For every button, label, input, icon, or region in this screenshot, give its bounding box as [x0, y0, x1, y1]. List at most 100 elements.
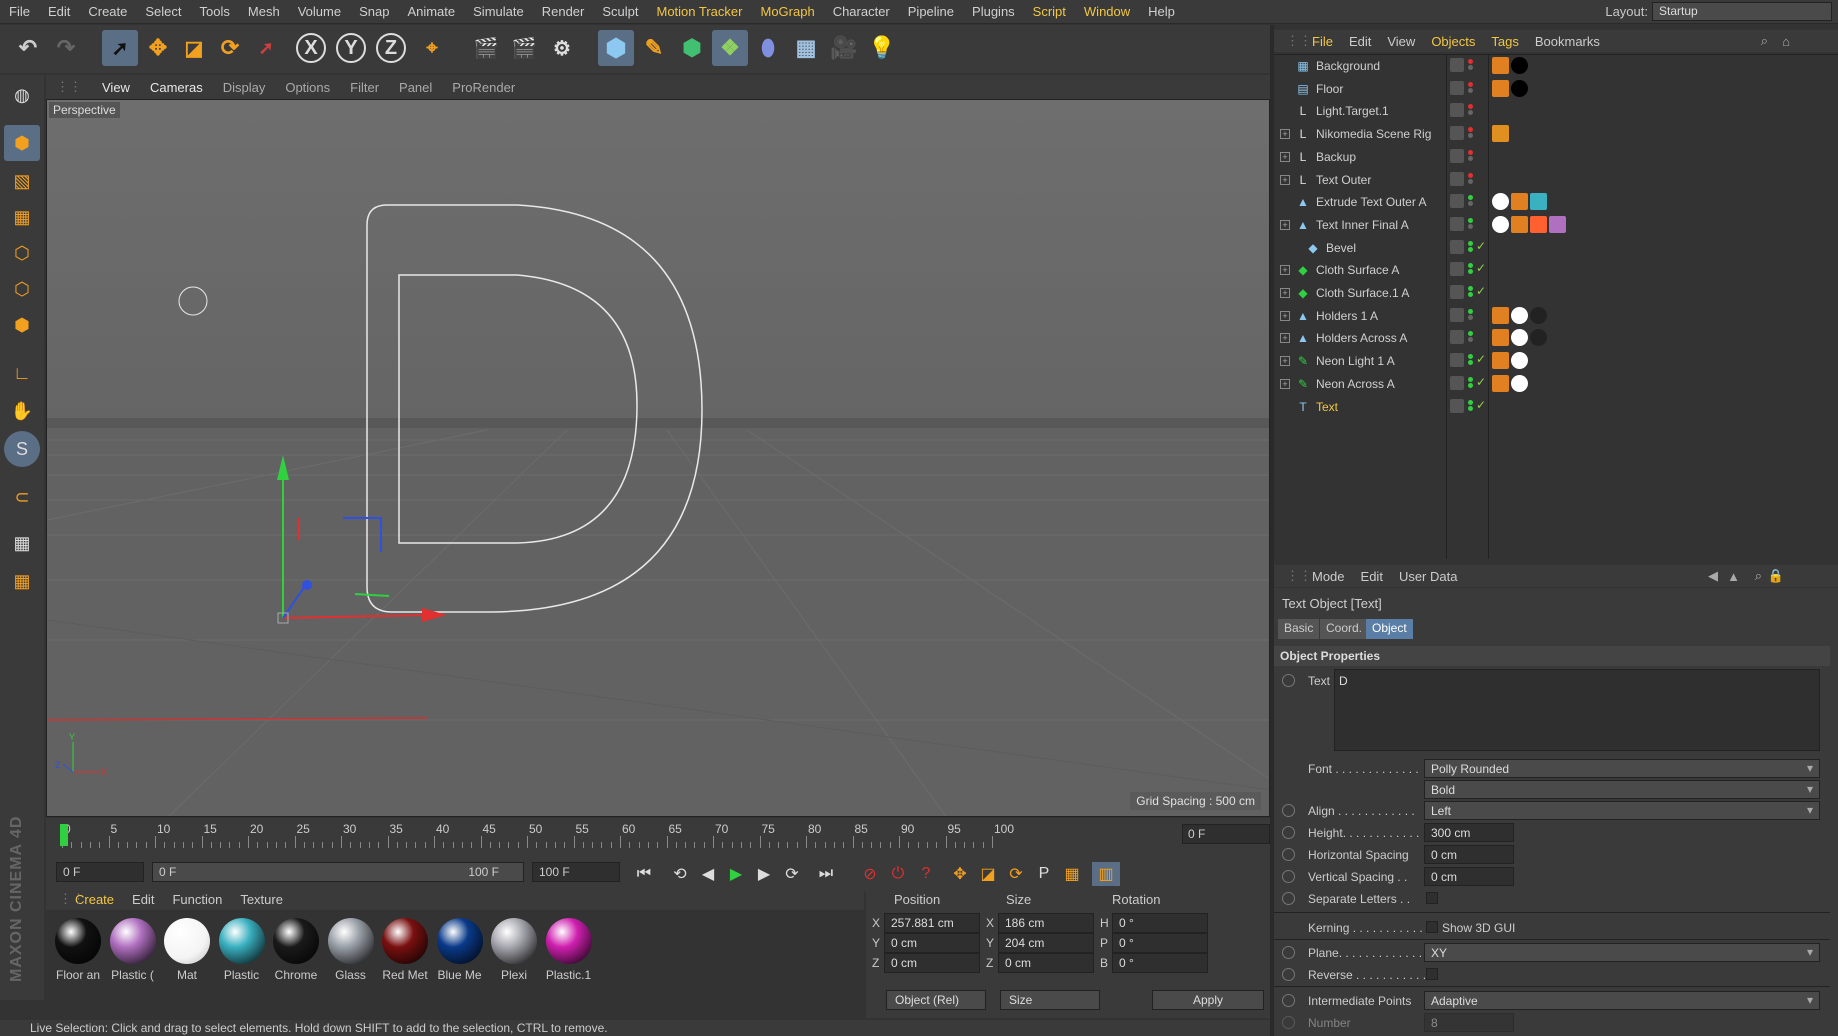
animate-radio[interactable]	[1282, 848, 1295, 861]
render-visibility-dot[interactable]	[1468, 178, 1473, 184]
texture-mode-icon[interactable]: ▧	[4, 163, 40, 199]
visibility-dots[interactable]	[1468, 194, 1476, 210]
home-icon[interactable]: ⌂	[1782, 34, 1790, 49]
size-field[interactable]: 204 cm	[998, 933, 1094, 953]
object-row[interactable]: L Light.Target.1	[1274, 100, 1838, 122]
object-row[interactable]: + L Text Outer	[1274, 169, 1838, 191]
menu-script[interactable]: Script	[1024, 4, 1075, 19]
start-frame-field[interactable]: 0 F	[56, 862, 144, 882]
key-rotation-icon[interactable]: ⟳	[1002, 862, 1030, 886]
recent-tool-icon[interactable]: ➚	[248, 30, 284, 66]
render-visibility-dot[interactable]	[1468, 314, 1473, 320]
object-tag-icon[interactable]	[1530, 193, 1547, 211]
render-visibility-dot[interactable]	[1468, 201, 1473, 207]
object-menu-edit[interactable]: Edit	[1341, 34, 1379, 49]
tab-coord[interactable]: Coord.	[1320, 619, 1369, 639]
rotation-field[interactable]: 0 °	[1112, 913, 1208, 933]
editor-visibility-dot[interactable]	[1468, 149, 1473, 155]
layer-swatch[interactable]	[1450, 216, 1464, 231]
animate-radio[interactable]	[1282, 968, 1295, 981]
redo-icon[interactable]: ↷	[48, 30, 84, 66]
viewport-menu-panel[interactable]: Panel	[389, 80, 442, 95]
object-tag-icon[interactable]	[1511, 329, 1528, 347]
layer-swatch[interactable]	[1450, 148, 1464, 163]
show-3d-gui-checkbox[interactable]	[1426, 921, 1438, 933]
object-tag-icon[interactable]	[1492, 215, 1509, 233]
viewport-menu-filter[interactable]: Filter	[340, 80, 389, 95]
viewport-menu-view[interactable]: View	[92, 80, 140, 95]
prev-key-icon[interactable]: ⟲	[666, 862, 694, 886]
render-visibility-dot[interactable]	[1468, 223, 1473, 229]
apply-button[interactable]: Apply	[1152, 990, 1264, 1010]
size-field[interactable]: 186 cm	[998, 913, 1094, 933]
object-row[interactable]: + L Backup	[1274, 146, 1838, 168]
record-icon[interactable]: ⊘	[856, 862, 884, 886]
rotate-icon[interactable]: ⟳	[212, 30, 248, 66]
layer-swatch[interactable]	[1450, 58, 1464, 72]
enabled-check-icon[interactable]: ✓	[1476, 239, 1486, 253]
editor-visibility-dot[interactable]	[1468, 286, 1473, 291]
next-frame-icon[interactable]: ▶	[750, 862, 778, 886]
subdivision-icon[interactable]: ⬢	[674, 30, 710, 66]
visibility-dots[interactable]	[1468, 103, 1476, 119]
material-swatch[interactable]: Plexi	[488, 916, 540, 982]
editor-visibility-dot[interactable]	[1468, 81, 1473, 87]
expand-icon[interactable]: +	[1280, 356, 1290, 367]
play-icon[interactable]: ▶	[722, 862, 750, 886]
position-field[interactable]: 0 cm	[884, 933, 980, 953]
reverse-checkbox[interactable]	[1426, 968, 1438, 980]
material-swatch[interactable]: Blue Me	[434, 916, 486, 982]
rotation-field[interactable]: 0 °	[1112, 953, 1208, 973]
editor-visibility-dot[interactable]	[1468, 59, 1473, 64]
material-swatch[interactable]: Red Met	[379, 916, 431, 982]
object-name[interactable]: Backup	[1316, 150, 1356, 164]
layer-swatch[interactable]	[1450, 262, 1464, 277]
keyframe-selection-icon[interactable]: ?	[912, 862, 940, 886]
viewport-menu-cameras[interactable]: Cameras	[140, 80, 213, 95]
render-visibility-dot[interactable]	[1468, 292, 1473, 297]
font-style-dropdown[interactable]: Bold	[1424, 780, 1820, 799]
object-tag-icon[interactable]	[1492, 352, 1509, 370]
editor-visibility-dot[interactable]	[1468, 217, 1473, 223]
object-row[interactable]: + ◆ Cloth Surface A ✓	[1274, 259, 1838, 281]
visibility-dots[interactable]	[1468, 399, 1476, 415]
align-dropdown[interactable]: Left	[1424, 801, 1820, 820]
pen-icon[interactable]: ✎	[636, 30, 672, 66]
go-to-end-icon[interactable]: ⏭	[812, 862, 840, 886]
object-row[interactable]: ▦ Background	[1274, 55, 1838, 77]
menu-mesh[interactable]: Mesh	[239, 4, 289, 19]
snap-icon[interactable]: ⊂	[4, 479, 40, 515]
rotation-field[interactable]: 0 °	[1112, 933, 1208, 953]
object-tag-icon[interactable]	[1530, 306, 1547, 324]
material-swatch[interactable]: Glass	[325, 916, 377, 982]
object-tag-icon[interactable]	[1492, 125, 1509, 143]
object-tag-icon[interactable]	[1530, 329, 1547, 347]
editor-visibility-dot[interactable]	[1468, 172, 1473, 178]
render-visibility-dot[interactable]	[1468, 360, 1473, 366]
animate-radio[interactable]	[1282, 804, 1295, 817]
material-swatch[interactable]: Plastic (	[107, 916, 159, 982]
render-visibility-dot[interactable]	[1468, 110, 1473, 116]
layer-swatch[interactable]	[1450, 194, 1464, 209]
menu-create[interactable]: Create	[79, 4, 136, 19]
timeline[interactable]: 0510152025303540455055606570758085909510…	[46, 818, 1270, 856]
x-axis-toggle[interactable]: X	[296, 33, 326, 63]
expand-icon[interactable]: +	[1280, 129, 1290, 140]
object-tag-icon[interactable]	[1511, 306, 1528, 324]
object-tag-icon[interactable]	[1492, 374, 1509, 392]
object-tag-icon[interactable]	[1511, 57, 1528, 74]
material-swatch[interactable]: Floor an	[52, 916, 104, 982]
layer-swatch[interactable]	[1450, 103, 1464, 118]
menu-mograph[interactable]: MoGraph	[751, 4, 823, 19]
coordinate-system-icon[interactable]: ⌖	[414, 30, 450, 66]
menu-motion-tracker[interactable]: Motion Tracker	[648, 4, 752, 19]
menu-file[interactable]: File	[0, 4, 39, 19]
layer-swatch[interactable]	[1450, 171, 1464, 186]
tab-object[interactable]: Object	[1366, 619, 1413, 639]
object-name[interactable]: Text Outer	[1316, 173, 1371, 187]
expand-icon[interactable]: +	[1280, 288, 1290, 298]
model-mode-icon[interactable]: ⬢	[4, 125, 40, 161]
expand-icon[interactable]: +	[1280, 265, 1290, 276]
menu-render[interactable]: Render	[533, 4, 594, 19]
editor-visibility-dot[interactable]	[1468, 354, 1473, 360]
